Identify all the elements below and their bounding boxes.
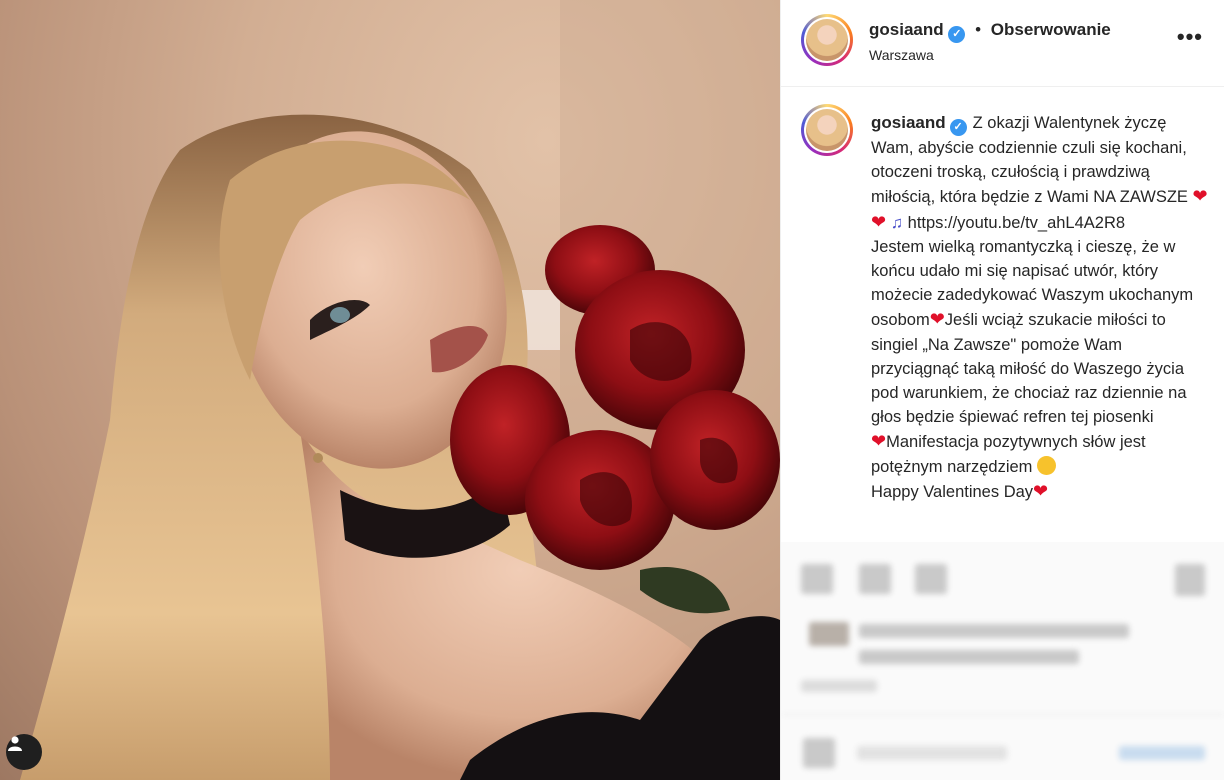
tagged-users-button[interactable] (6, 734, 42, 770)
post-side-panel: gosiaand ✓ • Obserwowanie Warszawa ••• g… (780, 0, 1224, 780)
post-photo[interactable] (0, 0, 780, 780)
likes-text (859, 650, 1079, 664)
separator-dot: • (975, 20, 982, 39)
youtube-link[interactable]: https://youtu.be/tv_ahL4A2R8 (908, 214, 1125, 232)
emoji-icon[interactable] (803, 738, 835, 768)
heart-emoji-icon: ❤ (1033, 480, 1049, 501)
music-note-emoji-icon: ♫ (890, 213, 904, 232)
post-header: gosiaand ✓ • Obserwowanie Warszawa ••• (781, 0, 1224, 87)
pixelated-actions-area (781, 542, 1224, 780)
timestamp (801, 680, 877, 692)
caption: gosiaand ✓ Z okazji Walentynek życzę Wam, … (781, 86, 1224, 542)
heart-emoji-icon: ❤ (871, 211, 887, 232)
liked-by-avatars (809, 622, 849, 646)
bookmark-icon[interactable] (1175, 564, 1205, 596)
heart-emoji-icon: ❤ (1192, 186, 1208, 207)
heart-emoji-icon: ❤ (929, 309, 945, 330)
share-icon[interactable] (915, 564, 947, 594)
username-link[interactable]: gosiaand (869, 20, 944, 39)
more-horizontal-icon[interactable]: ••• (1177, 24, 1203, 50)
comment-icon[interactable] (859, 564, 891, 594)
heart-emoji-icon: ❤ (871, 431, 887, 452)
like-icon[interactable] (801, 564, 833, 594)
smiling-face-emoji-icon (1037, 455, 1057, 475)
caption-line-4: Manifestacja pozytywnych słów jest potęż… (871, 433, 1146, 476)
caption-text: gosiaand ✓ Z okazji Walentynek życzę Wam, … (871, 111, 1211, 504)
photo-illustration (20, 0, 780, 780)
user-icon (8, 736, 22, 751)
verified-badge-icon: ✓ (949, 119, 967, 136)
verified-badge-icon: ✓ (948, 26, 966, 43)
caption-username-link[interactable]: gosiaand (871, 113, 946, 132)
likes-text (859, 624, 1129, 638)
caption-avatar[interactable] (801, 104, 853, 156)
location-link[interactable]: Warszawa (869, 47, 934, 63)
following-button[interactable]: Obserwowanie (991, 20, 1111, 39)
publish-button[interactable] (1119, 746, 1205, 760)
comment-input[interactable] (857, 746, 1007, 760)
avatar[interactable] (801, 14, 853, 66)
caption-line-5: Happy Valentines Day (871, 482, 1034, 501)
